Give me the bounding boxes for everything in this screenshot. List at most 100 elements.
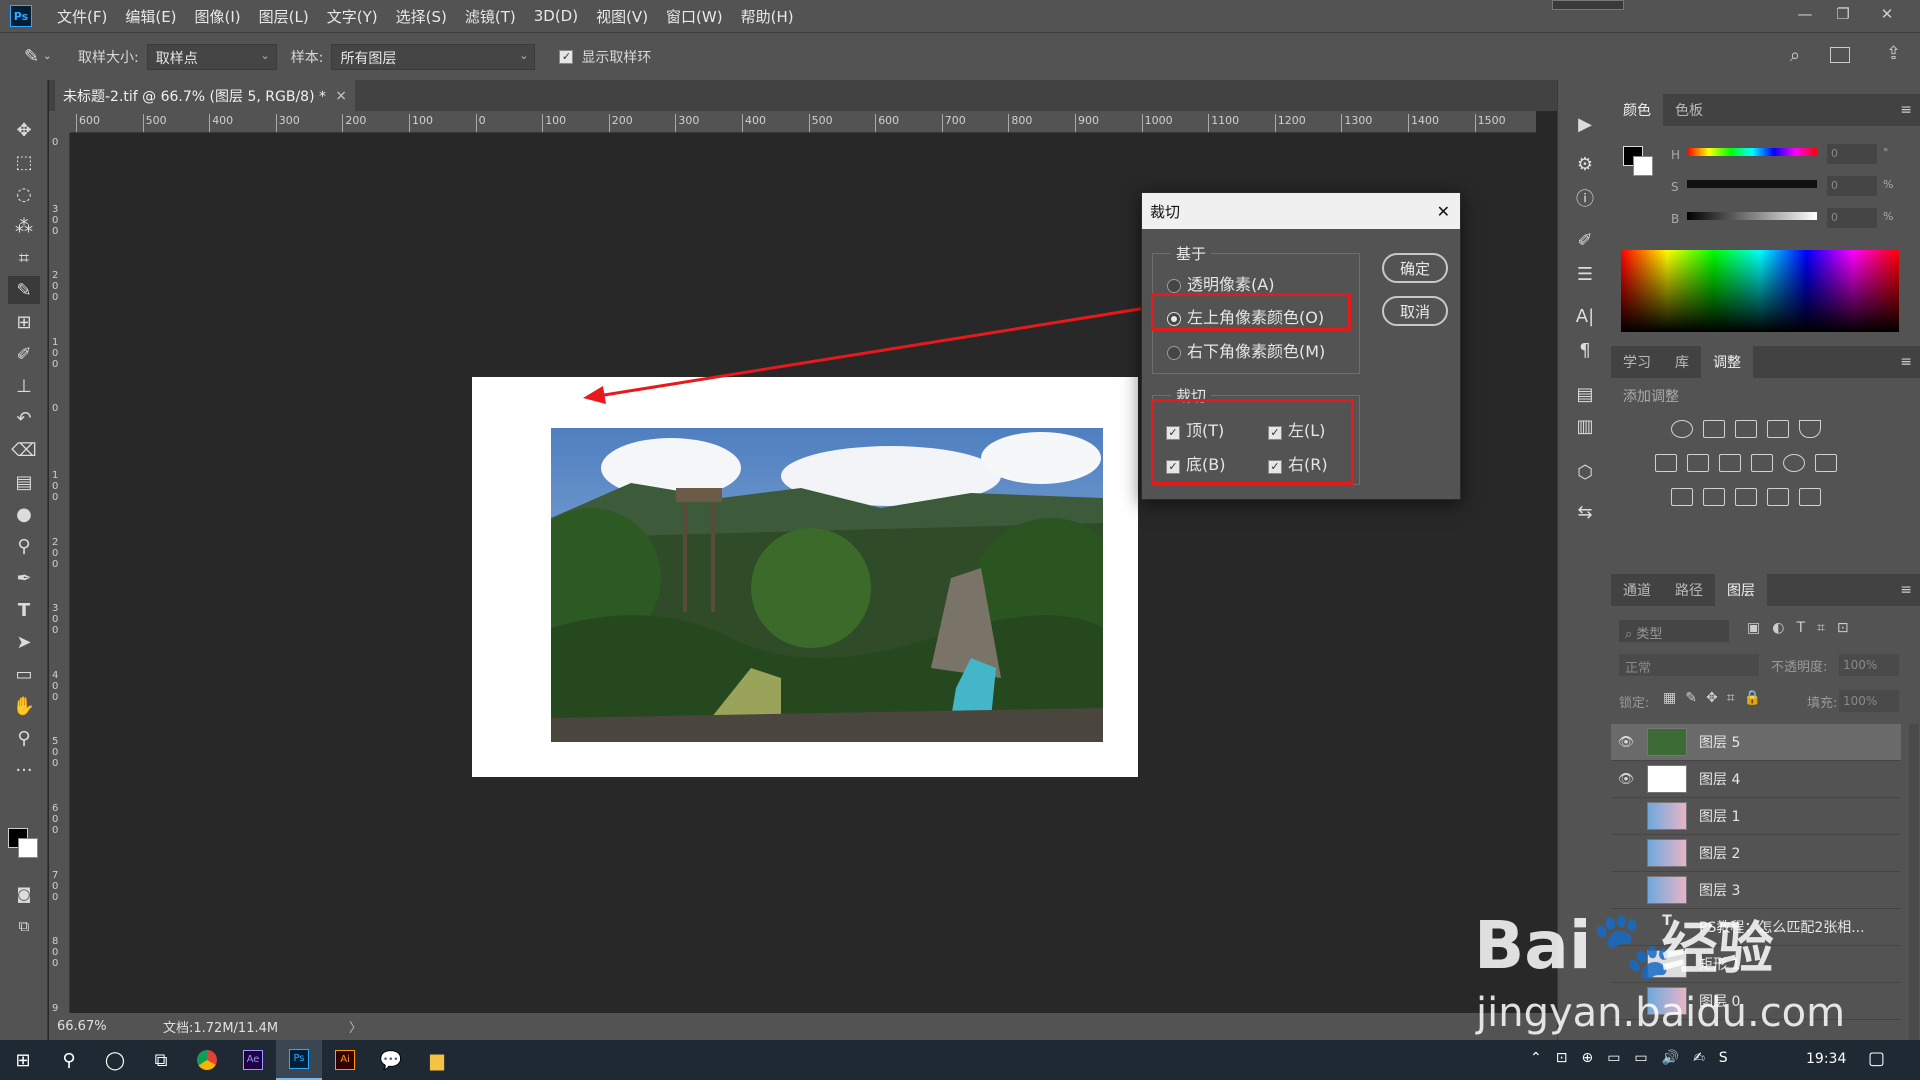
brush-settings-icon[interactable]: ✐ (1569, 226, 1601, 254)
based-on-legend: 基于 (1171, 243, 1212, 264)
bg-color-chip[interactable] (1633, 156, 1653, 176)
color-spectrum[interactable] (1621, 250, 1899, 332)
layer-filter-select[interactable]: ⌕ 类型 (1619, 620, 1729, 642)
hue-slider[interactable] (1687, 148, 1817, 156)
status-expand-icon[interactable]: 〉 (349, 1017, 362, 1036)
cancel-button[interactable]: 取消 (1382, 296, 1448, 326)
layer-thumbnail (1647, 876, 1687, 904)
color-lookup-icon[interactable] (1815, 454, 1837, 472)
tab-paths[interactable]: 路径 (1663, 574, 1715, 606)
invert-icon[interactable] (1671, 488, 1693, 506)
brightness-icon[interactable] (1671, 420, 1693, 438)
selective-color-icon[interactable] (1767, 488, 1789, 506)
b-value[interactable]: 0 (1827, 208, 1877, 228)
lock-icons[interactable]: ▦✎✥⌗🔒 (1663, 690, 1770, 706)
s-value[interactable]: 0 (1827, 176, 1877, 196)
saturation-slider[interactable] (1687, 180, 1817, 188)
curves-icon[interactable] (1735, 420, 1757, 438)
notification-icon[interactable]: ▢ (1868, 1048, 1885, 1069)
character-icon[interactable]: A| (1569, 302, 1601, 330)
panel-menu-icon[interactable]: ≡ (1900, 102, 1912, 118)
windows-taskbar: ⊞ ⚲ ◯ ⧉ Ae Ps Ai 💬 ▆ ⌃⊡⊕▭▭🔊✍S 19:34 ▢ (0, 1040, 1920, 1080)
gradient-map-icon[interactable] (1799, 488, 1821, 506)
wechat-icon[interactable]: 💬 (368, 1040, 414, 1080)
tab-channels[interactable]: 通道 (1611, 574, 1663, 606)
system-tray-icons[interactable]: ⌃⊡⊕▭▭🔊✍S (1530, 1050, 1742, 1066)
after-effects-icon[interactable]: Ae (230, 1040, 276, 1080)
tab-color[interactable]: 颜色 (1611, 94, 1663, 126)
radio-bottom-right-icon[interactable] (1167, 345, 1181, 360)
black-white-icon[interactable] (1719, 454, 1741, 472)
h-value[interactable]: 0 (1827, 144, 1877, 164)
panel-menu-icon[interactable]: ≡ (1900, 582, 1912, 598)
tab-swatches[interactable]: 色板 (1663, 94, 1715, 126)
layer-row[interactable]: 图层 2 (1611, 835, 1901, 872)
color-balance-icon[interactable] (1687, 454, 1709, 472)
adjust-sliders-icon[interactable]: ☰ (1569, 260, 1601, 288)
b-label: B (1671, 212, 1680, 226)
radio-transparent[interactable]: 透明像素(A) (1167, 271, 1274, 295)
b-unit: % (1883, 210, 1894, 223)
h-unit: ° (1883, 146, 1889, 159)
info-icon[interactable]: ⓘ (1569, 184, 1601, 212)
play-icon[interactable]: ▶ (1569, 110, 1601, 138)
3d-cube-icon[interactable]: ⬡ (1569, 458, 1601, 486)
fill-input[interactable]: 100% (1839, 690, 1899, 712)
notes-icon[interactable]: ▤ (1569, 380, 1601, 408)
cortana-icon[interactable]: ◯ (92, 1040, 138, 1080)
dialog-title: 裁切 (1150, 202, 1181, 221)
fill-label: 填充: (1807, 696, 1838, 711)
right-panels: 颜色 色板 ≡ H 0 ° S 0 % B 0 % 学习 库 调整 ≡ 添加调整… (1611, 80, 1920, 1040)
posterize-icon[interactable] (1703, 488, 1725, 506)
hue-sat-icon[interactable] (1655, 454, 1677, 472)
layer-name: 图层 3 (1699, 883, 1741, 899)
layer-row[interactable]: 👁 图层 4 (1611, 761, 1901, 798)
zoom-level[interactable]: 66.67% (57, 1019, 137, 1034)
ok-button[interactable]: 确定 (1382, 253, 1448, 283)
layer-name: 图层 2 (1699, 846, 1741, 862)
tab-adjustments[interactable]: 调整 (1701, 346, 1753, 378)
dialog-close-icon[interactable]: ✕ (1437, 202, 1450, 221)
layer-thumbnail (1647, 765, 1687, 793)
radio-transparent-icon[interactable] (1167, 278, 1181, 293)
channel-mixer-icon[interactable] (1783, 454, 1805, 472)
opacity-input[interactable]: 100% (1839, 654, 1899, 676)
file-explorer-icon[interactable]: ▆ (414, 1040, 460, 1080)
layer-row[interactable]: 图层 1 (1611, 798, 1901, 835)
blend-mode-select[interactable]: 正常 (1619, 654, 1759, 676)
search-icon[interactable]: ⚲ (46, 1040, 92, 1080)
timeline-icon[interactable]: ⇆ (1569, 498, 1601, 526)
layer-row[interactable]: 👁 图层 5 (1611, 724, 1901, 761)
vibrance-icon[interactable] (1799, 420, 1821, 438)
radio-transparent-label: 透明像素(A) (1187, 275, 1275, 294)
photoshop-taskbar-icon[interactable]: Ps (276, 1040, 322, 1080)
paragraph-icon[interactable]: ¶ (1569, 336, 1601, 364)
windows-start-icon[interactable]: ⊞ (0, 1040, 46, 1080)
layers-scrollbar[interactable] (1909, 724, 1919, 1040)
dialog-titlebar: 裁切 ✕ (1142, 193, 1460, 229)
levels-icon[interactable] (1703, 420, 1725, 438)
layer-name: 图层 1 (1699, 809, 1741, 825)
chrome-icon[interactable] (184, 1040, 230, 1080)
exposure-icon[interactable] (1767, 420, 1789, 438)
eye-icon[interactable]: 👁 (1611, 735, 1641, 750)
tab-layers[interactable]: 图层 (1715, 574, 1767, 606)
layer-thumbnail (1647, 728, 1687, 756)
radio-bottom-right-label: 右下角像素颜色(M) (1187, 342, 1326, 361)
status-bar: 66.67% 文档:1.72M/11.4M 〉 (49, 1013, 1557, 1040)
layer-filter-icons[interactable]: ▣◐T⌗⊡ (1747, 620, 1861, 636)
tab-learn[interactable]: 学习 (1611, 346, 1663, 378)
brightness-slider[interactable] (1687, 212, 1817, 220)
panel-menu-icon[interactable]: ≡ (1900, 354, 1912, 370)
glyphs-icon[interactable]: ▥ (1569, 412, 1601, 440)
radio-bottom-right[interactable]: 右下角像素颜色(M) (1167, 338, 1325, 362)
tab-libraries[interactable]: 库 (1663, 346, 1701, 378)
threshold-icon[interactable] (1735, 488, 1757, 506)
clock[interactable]: 19:34 (1806, 1051, 1846, 1067)
task-view-icon[interactable]: ⧉ (138, 1040, 184, 1080)
photo-filter-icon[interactable] (1751, 454, 1773, 472)
properties-icon[interactable]: ⚙ (1569, 150, 1601, 178)
eye-icon[interactable]: 👁 (1611, 772, 1641, 787)
opacity-label: 不透明度: (1771, 660, 1828, 675)
illustrator-icon[interactable]: Ai (322, 1040, 368, 1080)
